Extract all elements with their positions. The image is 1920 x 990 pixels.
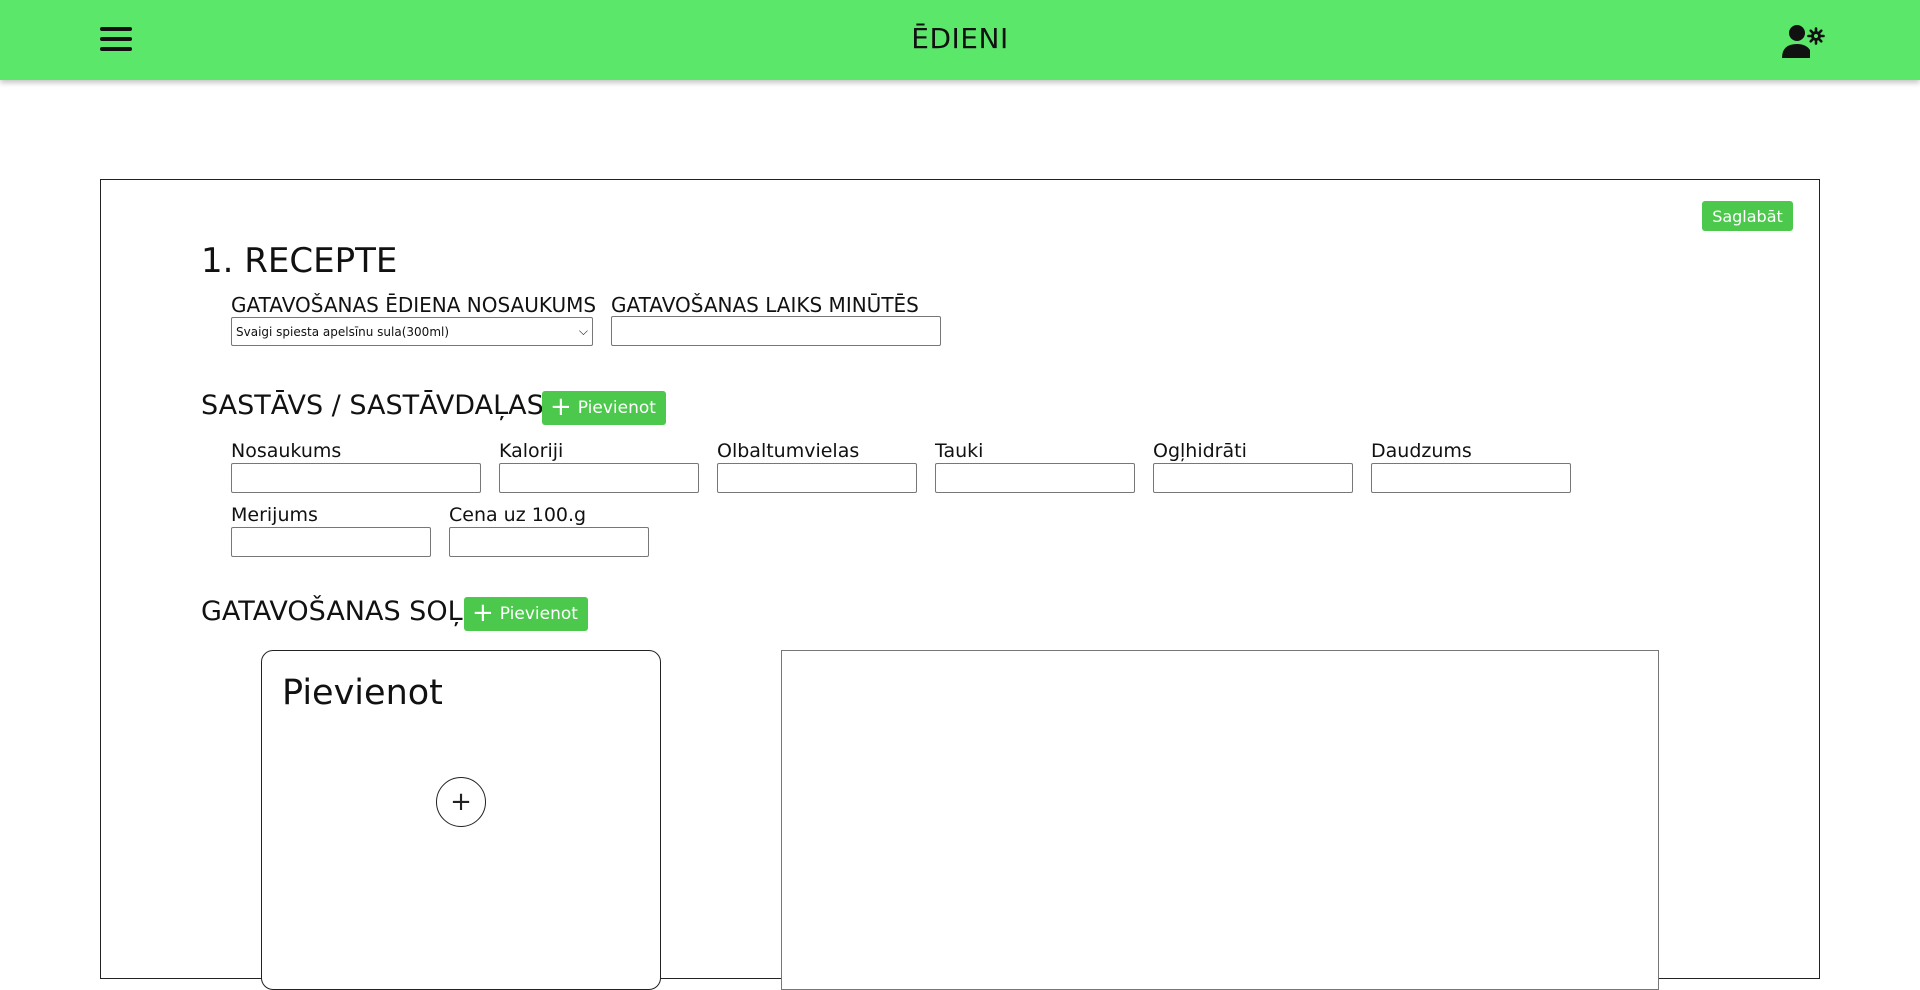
carbs-label: Ogļhidrāti (1153, 440, 1247, 462)
add-step-label: Pievienot (499, 604, 578, 624)
plus-circle-icon[interactable]: + (436, 777, 486, 827)
cook-time-label: GATAVOŠANAS LAIKS MINŪTĒS (611, 293, 919, 317)
recipe-heading: 1. RECEPTE (201, 241, 398, 281)
calories-label: Kaloriji (499, 440, 564, 462)
ingredient-name-input[interactable] (231, 463, 481, 493)
quantity-input[interactable] (1371, 463, 1571, 493)
measure-unit-input[interactable] (231, 527, 431, 557)
add-step-card[interactable]: Pievienot + (261, 650, 661, 990)
add-ingredient-button[interactable]: + Pievienot (542, 391, 666, 425)
add-step-button[interactable]: + Pievienot (464, 597, 588, 631)
ingredient-name-label: Nosaukums (231, 440, 342, 462)
cook-time-input[interactable] (611, 316, 941, 346)
price-label: Cena uz 100.g (449, 504, 587, 526)
dish-name-select[interactable]: Svaigi spiesta apelsīnu sula(300ml) ⌵ (231, 317, 593, 346)
calories-input[interactable] (499, 463, 699, 493)
dish-name-label: GATAVOŠANAS ĒDIENA NOSAUKUMS (231, 293, 597, 317)
price-input[interactable] (449, 527, 649, 557)
measure-unit-label: Merijums (231, 504, 318, 526)
top-app-bar: ĒDIENI (0, 0, 1920, 80)
user-settings-icon[interactable] (1780, 22, 1826, 62)
protein-label: Olbaltumvielas (717, 440, 860, 462)
save-button[interactable]: Saglabāt (1702, 201, 1793, 231)
page-title: ĒDIENI (911, 22, 1009, 55)
fat-label: Tauki (935, 440, 984, 462)
add-ingredient-label: Pievienot (577, 398, 656, 418)
plus-icon: + (472, 598, 494, 628)
fat-input[interactable] (935, 463, 1135, 493)
plus-icon: + (550, 392, 572, 422)
carbs-input[interactable] (1153, 463, 1353, 493)
step-details-panel (781, 650, 1659, 990)
chevron-down-icon: ⌵ (578, 324, 588, 338)
protein-input[interactable] (717, 463, 917, 493)
quantity-label: Daudzums (1371, 440, 1472, 462)
steps-heading: GATAVOŠANAS SOĻI (201, 596, 471, 627)
dish-name-value: Svaigi spiesta apelsīnu sula(300ml) (236, 324, 450, 339)
ingredients-heading: SASTĀVS / SASTĀVDAĻAS (201, 390, 544, 421)
add-step-card-title: Pievienot (282, 673, 443, 713)
